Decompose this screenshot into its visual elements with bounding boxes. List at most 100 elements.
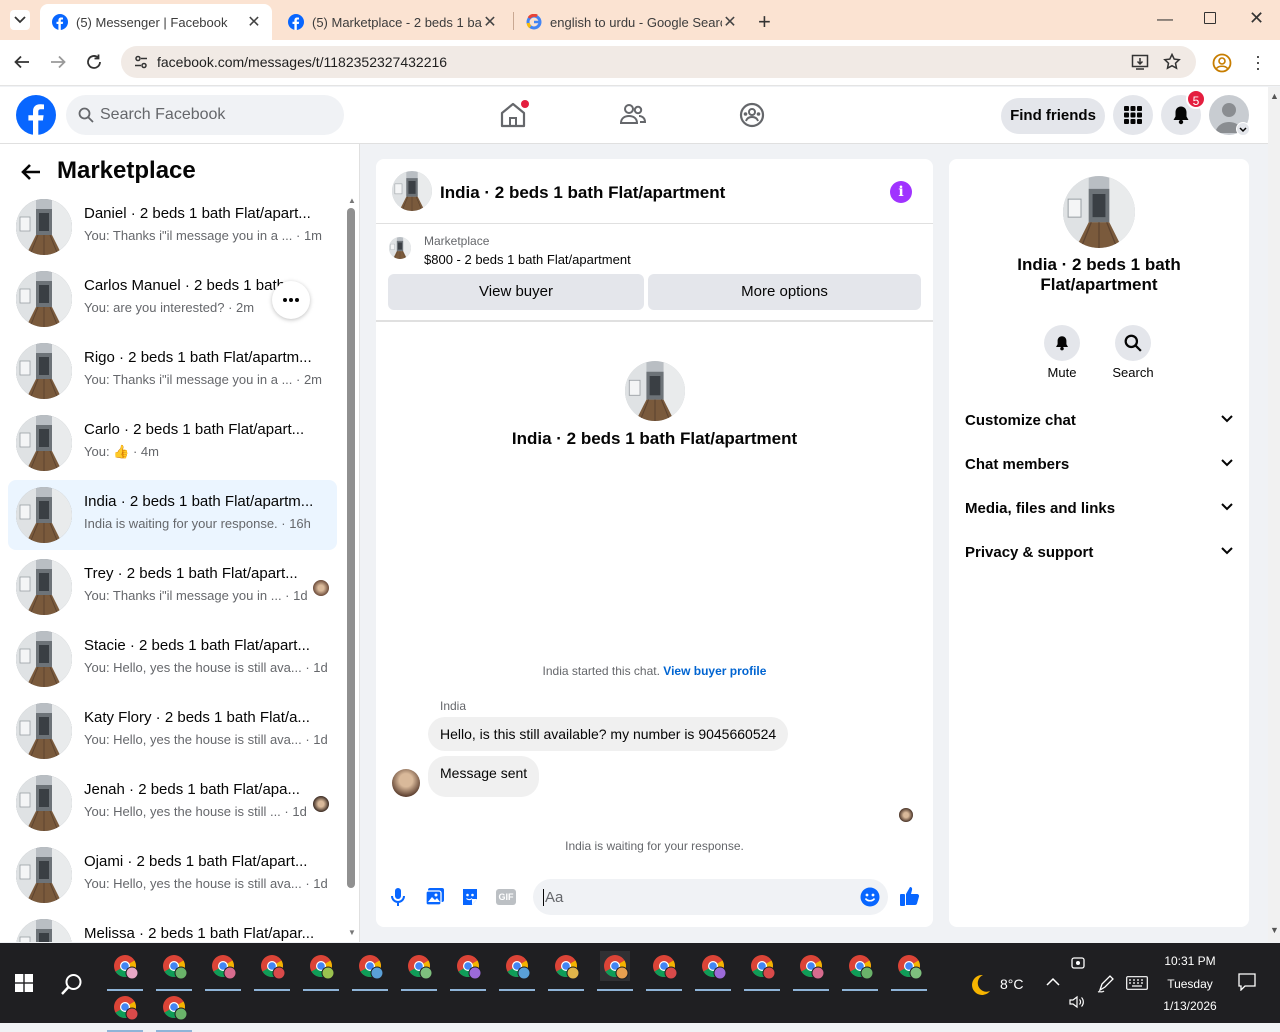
mute-label[interactable]: Mute: [1022, 365, 1102, 380]
find-friends-button[interactable]: Find friends: [1001, 98, 1105, 134]
chrome-profile-icon[interactable]: [600, 951, 630, 981]
chrome-profile-icon[interactable]: [110, 992, 140, 1022]
notification-center-icon[interactable]: [1238, 973, 1256, 991]
meet-now-icon[interactable]: [1071, 956, 1085, 970]
close-tab-icon[interactable]: ✕: [482, 12, 498, 32]
sticker-icon[interactable]: [460, 887, 480, 907]
chrome-profile-icon[interactable]: [698, 951, 728, 981]
close-tab-icon[interactable]: ✕: [722, 12, 738, 32]
browser-menu-icon[interactable]: · · ·: [1255, 47, 1261, 77]
conversation-item[interactable]: Stacie · 2 beds 1 bath Flat/apart... You:…: [8, 624, 337, 694]
scroll-up-arrow-icon[interactable]: ▲: [1270, 91, 1279, 101]
weather-temperature[interactable]: 8°C: [1000, 976, 1024, 992]
chrome-profile-icon[interactable]: [502, 951, 532, 981]
chrome-profile-icon[interactable]: [551, 951, 581, 981]
page-scrollbar[interactable]: ▲ ▼: [1268, 87, 1280, 942]
facebook-logo-icon[interactable]: [16, 95, 56, 135]
close-tab-icon[interactable]: ✕: [246, 12, 262, 32]
mute-bell-icon[interactable]: [1044, 325, 1080, 361]
search-label[interactable]: Search: [1093, 365, 1173, 380]
address-bar[interactable]: facebook.com/messages/t/1182352327432216: [121, 46, 1196, 78]
conversation-info-icon[interactable]: i: [890, 181, 912, 203]
chrome-profile-icon[interactable]: [306, 951, 336, 981]
message-bubble[interactable]: Hello, is this still available? my numbe…: [428, 717, 789, 751]
conversation-item[interactable]: Katy Flory · 2 beds 1 bath Flat/a... You:…: [8, 696, 337, 766]
tab-marketplace[interactable]: (5) Marketplace - 2 beds 1 bath ✕: [276, 4, 508, 40]
groups-icon[interactable]: [738, 101, 766, 129]
windows-start-icon[interactable]: [15, 974, 33, 992]
conversation-item[interactable]: Carlo · 2 beds 1 bath Flat/apart... You: …: [8, 408, 337, 478]
chrome-profile-icon[interactable]: [257, 951, 287, 981]
emoji-icon[interactable]: [860, 887, 880, 907]
site-info-icon[interactable]: [133, 54, 149, 70]
taskbar-app-icon[interactable]: [110, 951, 140, 981]
conversation-options-icon[interactable]: [272, 281, 310, 319]
more-options-button[interactable]: More options: [648, 274, 921, 310]
view-buyer-button[interactable]: View buyer: [388, 274, 644, 310]
friends-icon[interactable]: [619, 101, 647, 129]
conversation-item[interactable]: Melissa · 2 beds 1 bath Flat/apar...: [8, 912, 337, 942]
conversation-item[interactable]: Rigo · 2 beds 1 bath Flat/apartm... You: …: [8, 336, 337, 406]
sender-avatar[interactable]: [392, 769, 420, 797]
message-input[interactable]: Aa: [533, 879, 888, 915]
attach-photo-icon[interactable]: [425, 887, 445, 907]
chrome-profile-icon[interactable]: [894, 951, 924, 981]
conversation-item[interactable]: India · 2 beds 1 bath Flat/apartm... Indi…: [8, 480, 337, 550]
tab-google-search[interactable]: english to urdu - Google Search ✕: [514, 4, 748, 40]
clock-day[interactable]: Tuesday: [1160, 977, 1220, 991]
restore-window-icon[interactable]: [1204, 12, 1216, 24]
install-app-icon[interactable]: [1131, 53, 1149, 71]
bookmark-star-icon[interactable]: [1163, 53, 1181, 71]
clock-date[interactable]: 1/13/2026: [1160, 999, 1220, 1013]
taskbar-search-icon[interactable]: [60, 972, 84, 996]
chat-members-section[interactable]: Chat members: [965, 456, 1235, 473]
info-profile-picture[interactable]: [1063, 176, 1135, 248]
scroll-down-arrow-icon[interactable]: ▼: [1270, 925, 1279, 935]
reload-icon[interactable]: [85, 53, 103, 71]
back-arrow-icon[interactable]: [20, 161, 42, 183]
conversation-item[interactable]: Daniel · 2 beds 1 bath Flat/apart... You:…: [8, 192, 337, 262]
chrome-profile-icon[interactable]: [159, 951, 189, 981]
conversation-item[interactable]: Ojami · 2 beds 1 bath Flat/apart... You: …: [8, 840, 337, 910]
scrollbar-thumb[interactable]: [347, 208, 355, 888]
back-icon[interactable]: [13, 53, 31, 71]
scroll-up-arrow-icon[interactable]: ▲: [348, 196, 356, 205]
chrome-profile-icon[interactable]: [796, 951, 826, 981]
search-in-chat-icon[interactable]: [1115, 325, 1151, 361]
privacy-support-section[interactable]: Privacy & support: [965, 544, 1235, 561]
chat-title[interactable]: India · 2 beds 1 bath Flat/apartment: [440, 183, 725, 203]
show-hidden-icons-chevron-icon[interactable]: [1046, 977, 1060, 987]
new-tab-button[interactable]: +: [758, 9, 771, 35]
facebook-search-input[interactable]: Search Facebook: [66, 95, 344, 135]
conversation-scrollbar[interactable]: ▲ ▼: [346, 196, 356, 937]
minimize-window-icon[interactable]: —: [1157, 11, 1173, 29]
gif-icon[interactable]: GIF: [496, 889, 516, 905]
chrome-profile-icon[interactable]: [159, 992, 189, 1022]
voice-clip-icon[interactable]: [390, 887, 406, 907]
volume-speaker-icon[interactable]: [1069, 995, 1085, 1009]
profile-icon[interactable]: [1212, 53, 1232, 73]
conversation-item[interactable]: Trey · 2 beds 1 bath Flat/apart... You: T…: [8, 552, 337, 622]
chrome-profile-icon[interactable]: [355, 951, 385, 981]
chrome-profile-icon[interactable]: [747, 951, 777, 981]
chrome-profile-icon[interactable]: [649, 951, 679, 981]
weather-moon-icon[interactable]: [968, 973, 992, 997]
conversation-item[interactable]: Jenah · 2 beds 1 bath Flat/apa... You: He…: [8, 768, 337, 838]
close-window-icon[interactable]: ✕: [1249, 8, 1264, 29]
menu-grid-icon[interactable]: [1113, 95, 1153, 135]
touch-keyboard-icon[interactable]: [1126, 976, 1148, 990]
tab-search-icon[interactable]: [10, 10, 30, 30]
forward-icon[interactable]: [49, 53, 67, 71]
tab-messenger[interactable]: (5) Messenger | Facebook ✕: [40, 4, 272, 40]
customize-chat-section[interactable]: Customize chat: [965, 412, 1235, 429]
clock-time[interactable]: 10:31 PM: [1160, 954, 1220, 968]
listing-detail[interactable]: $800 - 2 beds 1 bath Flat/apartment: [424, 252, 631, 267]
scroll-down-arrow-icon[interactable]: ▼: [348, 928, 356, 937]
pen-workspace-icon[interactable]: [1097, 975, 1115, 993]
chrome-profile-icon[interactable]: [208, 951, 238, 981]
chrome-profile-icon[interactable]: [453, 951, 483, 981]
chrome-profile-icon[interactable]: [404, 951, 434, 981]
like-thumb-icon[interactable]: [899, 885, 921, 907]
account-chevron-icon[interactable]: [1236, 122, 1250, 136]
chat-profile-picture[interactable]: [625, 361, 685, 421]
